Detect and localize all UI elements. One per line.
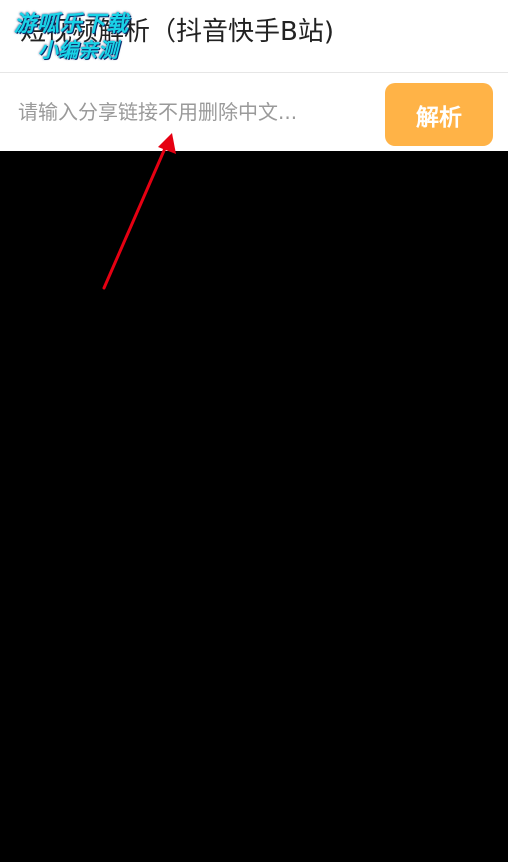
share-link-input[interactable] — [0, 83, 372, 141]
app-screen: 短视频解析（抖音快手B站) 游呱乐下载 小编亲测 解析 — [0, 0, 508, 862]
page-title: 短视频解析（抖音快手B站) — [20, 17, 334, 47]
header-bar: 短视频解析（抖音快手B站) 游呱乐下载 小编亲测 — [0, 0, 508, 73]
video-content-area — [0, 151, 508, 862]
parse-button[interactable]: 解析 — [385, 83, 493, 146]
link-input-bar: 解析 — [0, 73, 508, 151]
